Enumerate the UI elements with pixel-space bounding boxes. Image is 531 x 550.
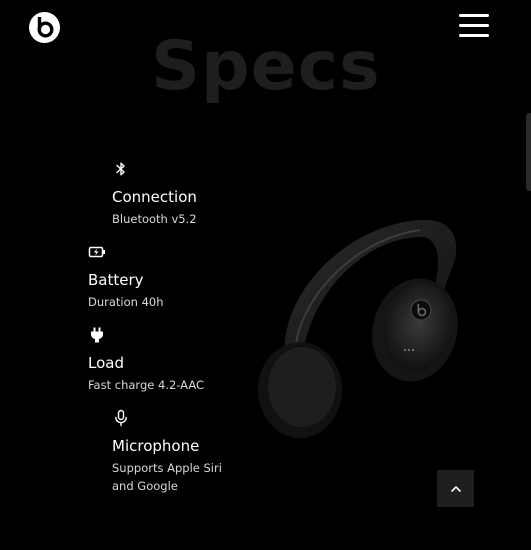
plug-icon: [91, 327, 103, 343]
spec-item-connection: Connection Bluetooth v5.2: [112, 160, 197, 228]
spec-name: Microphone: [112, 437, 200, 455]
spec-name: Load: [88, 354, 124, 372]
spec-description: Duration 40h: [88, 295, 164, 309]
spec-item-battery: Battery Duration 40h: [88, 243, 164, 311]
scroll-to-top-button[interactable]: [437, 470, 474, 507]
battery-charging-icon: [88, 246, 105, 258]
spec-name: Battery: [88, 271, 144, 289]
bluetooth-icon: [116, 162, 125, 176]
spec-description: Supports Apple Siri and Google: [112, 461, 222, 493]
spec-description: Bluetooth v5.2: [112, 212, 197, 226]
spec-name: Connection: [112, 188, 197, 206]
scroll-indicator[interactable]: [526, 113, 531, 191]
spec-description: Fast charge 4.2-AAC: [88, 378, 205, 392]
headphones-image: [258, 219, 458, 438]
chevron-up-icon: [450, 485, 461, 492]
spec-item-microphone: Microphone Supports Apple Siri and Googl…: [112, 409, 242, 495]
spec-item-load: Load Fast charge 4.2-AAC: [88, 326, 204, 394]
microphone-icon: [115, 409, 127, 427]
section-title: Specs: [151, 27, 381, 106]
hamburger-menu-icon: [459, 14, 489, 17]
